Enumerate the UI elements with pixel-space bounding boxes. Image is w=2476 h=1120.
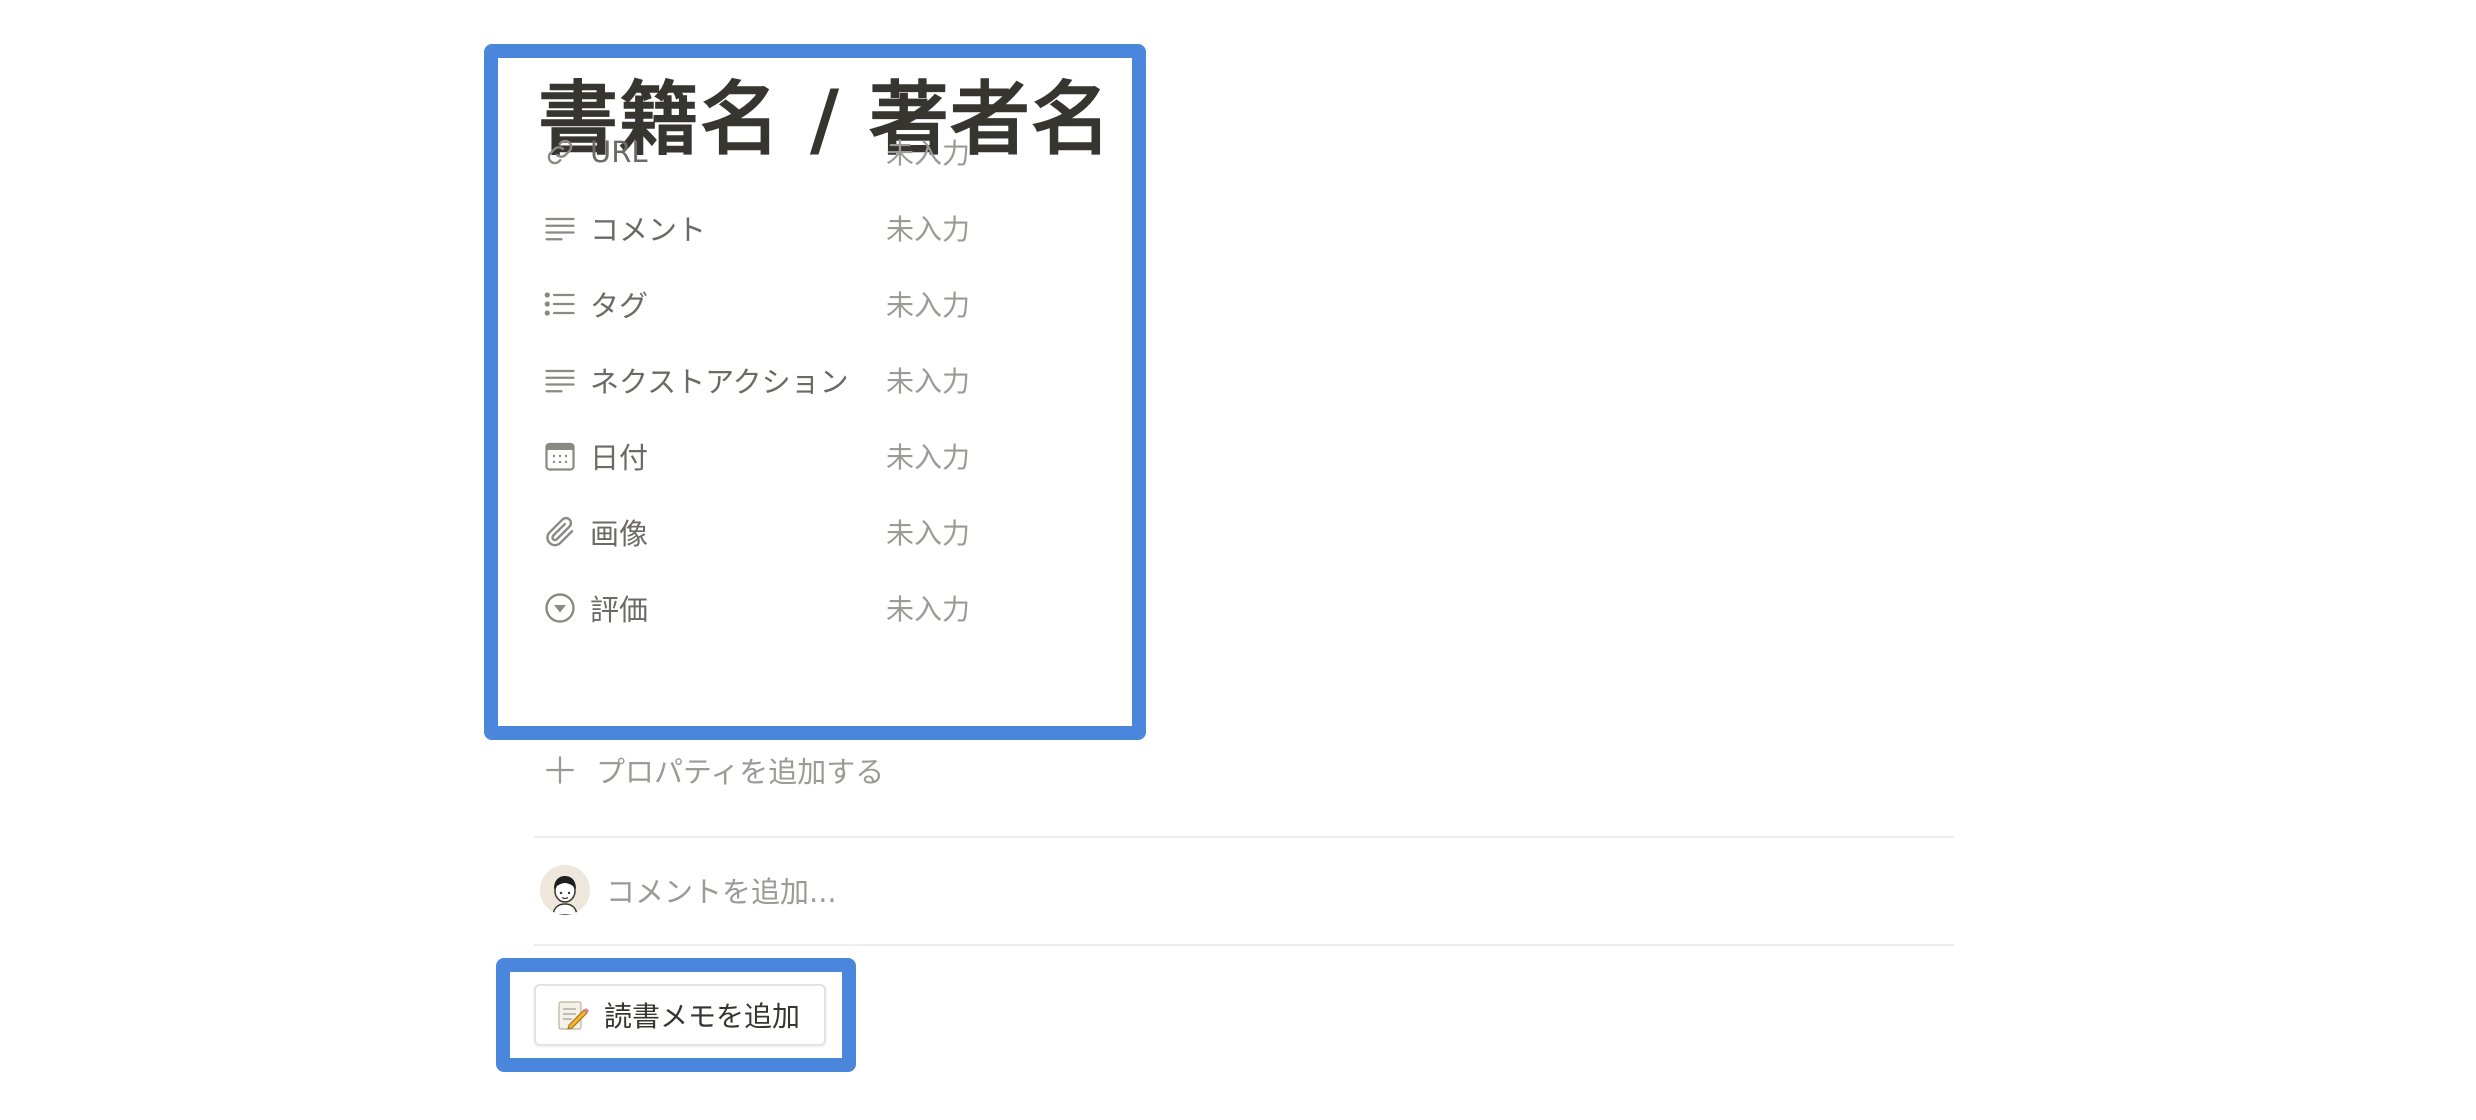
comment-composer[interactable]: コメントを追加... — [540, 862, 837, 918]
divider — [534, 836, 1954, 838]
bulleted-list-icon — [540, 284, 580, 324]
property-row-url[interactable]: URL 未入力 — [540, 114, 1100, 190]
property-value[interactable]: 未入力 — [886, 436, 970, 476]
property-name: コメント — [590, 213, 707, 247]
property-name: URL — [590, 135, 648, 169]
comment-input[interactable]: コメントを追加... — [606, 869, 837, 911]
add-reading-memo-label: 読書メモを追加 — [604, 1000, 801, 1033]
property-name: タグ — [590, 289, 649, 323]
calendar-icon — [540, 436, 580, 476]
property-value[interactable]: 未入力 — [886, 512, 970, 552]
property-row-date[interactable]: 日付 未入力 — [540, 418, 1100, 494]
text-lines-icon — [540, 360, 580, 400]
divider — [534, 944, 1954, 946]
add-reading-memo-button[interactable]: 読書メモを追加 — [534, 984, 826, 1046]
property-row-image[interactable]: 画像 未入力 — [540, 494, 1100, 570]
property-value[interactable]: 未入力 — [886, 208, 970, 248]
avatar — [540, 865, 590, 915]
plus-icon — [540, 750, 580, 790]
property-row-next-action[interactable]: ネクストアクション 未入力 — [540, 342, 1100, 418]
property-value[interactable]: 未入力 — [886, 360, 970, 400]
property-row-rating[interactable]: 評価 未入力 — [540, 570, 1100, 646]
paperclip-icon — [540, 512, 580, 552]
property-name: ネクストアクション — [590, 365, 849, 399]
text-lines-icon — [540, 208, 580, 248]
property-name: 評価 — [590, 593, 649, 627]
select-circle-icon — [540, 588, 580, 628]
memo-icon — [556, 998, 590, 1032]
property-row-tags[interactable]: タグ 未入力 — [540, 266, 1100, 342]
page: 書籍名 / 著者名 URL 未入力 コメント 未入力 タグ 未入力 ネクストアク… — [0, 0, 2476, 1120]
link-icon — [540, 132, 580, 172]
property-value[interactable]: 未入力 — [886, 132, 970, 172]
property-name: 日付 — [590, 441, 649, 475]
property-row-comment[interactable]: コメント 未入力 — [540, 190, 1100, 266]
property-value[interactable]: 未入力 — [886, 588, 970, 628]
property-name: 画像 — [590, 517, 649, 551]
add-property-label: プロパティを追加する — [596, 755, 885, 789]
add-property-button[interactable]: プロパティを追加する — [540, 732, 884, 808]
property-value[interactable]: 未入力 — [886, 284, 970, 324]
